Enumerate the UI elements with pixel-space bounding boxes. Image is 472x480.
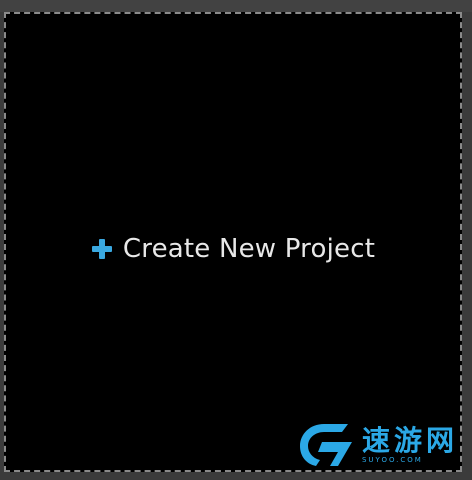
project-dropzone[interactable]: Create New Project	[4, 12, 462, 472]
plus-icon	[91, 239, 112, 259]
create-new-project-content: Create New Project	[91, 234, 375, 264]
app-window: Create New Project 速游网 SUYOO.COM	[0, 0, 472, 480]
top-toolbar-strip	[0, 0, 472, 12]
watermark: 速游网 SUYOO.COM	[294, 420, 458, 470]
watermark-subtext: SUYOO.COM	[361, 455, 423, 464]
watermark-text-group: 速游网 SUYOO.COM	[361, 423, 458, 465]
watermark-text: 速游网	[361, 423, 458, 457]
g-logo-icon	[299, 424, 352, 466]
create-new-project-button[interactable]: Create New Project	[6, 14, 460, 470]
create-new-project-label: Create New Project	[122, 234, 376, 264]
